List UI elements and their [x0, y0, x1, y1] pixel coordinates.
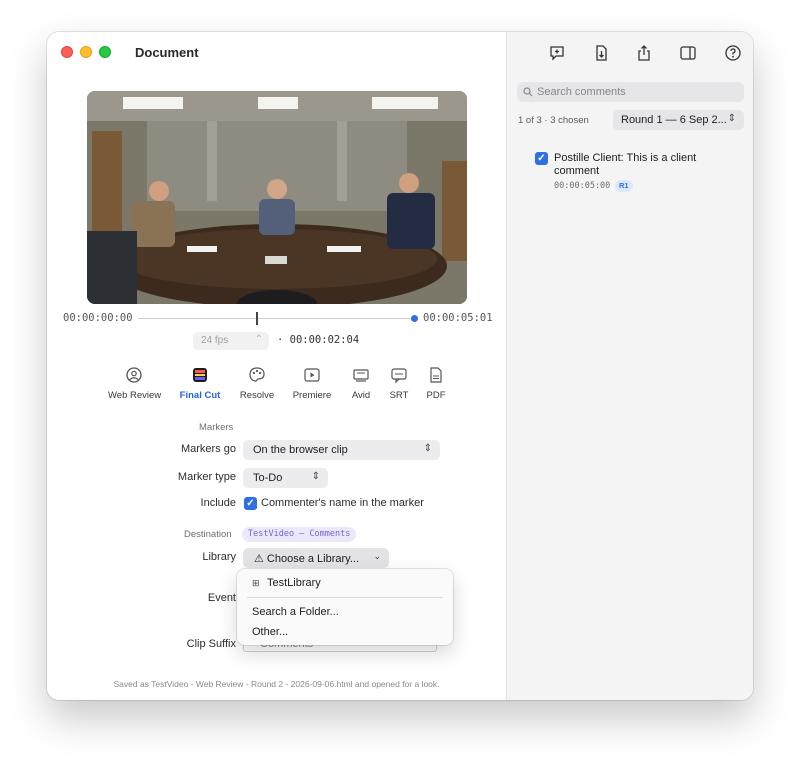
add-comment-icon: [550, 46, 564, 61]
tab-resolve[interactable]: Resolve: [236, 364, 278, 401]
comment-timecode: 00:00:05:00: [554, 181, 611, 191]
tab-label: Final Cut: [179, 390, 221, 401]
tab-avid[interactable]: Avid: [348, 364, 374, 401]
library-menu: ⊞ TestLibrary Search a Folder... Other...: [237, 569, 453, 645]
chevron-updown-icon: ⌃: [254, 334, 263, 345]
close-window-button[interactable]: [61, 46, 73, 58]
tab-label: Resolve: [239, 390, 275, 401]
share-button[interactable]: [629, 39, 659, 67]
search-icon: [523, 87, 533, 97]
fps-select[interactable]: 24 fps ⌃: [193, 332, 269, 350]
share-icon: [638, 45, 650, 61]
timeline-track[interactable]: [138, 318, 414, 319]
library-value: ⚠ Choose a Library...: [254, 553, 360, 565]
chevron-updown-icon: ⇕: [727, 113, 736, 124]
tab-label: Premiere: [292, 390, 332, 401]
comment-text[interactable]: Postille Client: This is a client commen…: [554, 152, 704, 178]
help-button[interactable]: [718, 39, 748, 67]
status-footer: Saved as TestVideo - Web Review - Round …: [113, 679, 440, 689]
tab-label: SRT: [389, 390, 409, 401]
help-icon: [725, 45, 741, 61]
search-placeholder: Search comments: [537, 86, 626, 98]
window-title: Document: [135, 45, 199, 60]
download-button[interactable]: [586, 39, 616, 67]
library-grid-icon: ⊞: [252, 578, 260, 588]
start-timecode: 00:00:00:00: [63, 312, 133, 324]
tab-label: Web Review: [108, 390, 162, 401]
tab-srt[interactable]: SRT: [387, 364, 411, 401]
tab-web-review[interactable]: Web Review: [108, 364, 162, 401]
chevron-updown-icon: ⇕: [423, 443, 432, 454]
video-preview[interactable]: [87, 91, 467, 304]
markers-go-popup[interactable]: On the browser clip ⇕: [243, 440, 440, 460]
menu-item-search-folder[interactable]: Search a Folder...: [252, 606, 339, 618]
chosen-count: 1 of 3 · 3 chosen: [518, 115, 589, 126]
library-label: Library: [202, 551, 236, 563]
sidebar-toggle-button[interactable]: [673, 39, 703, 67]
premiere-icon: [290, 364, 334, 386]
menu-item-testlibrary[interactable]: ⊞ TestLibrary: [252, 577, 321, 589]
video-frame-image: [87, 91, 467, 304]
minimize-window-button[interactable]: [80, 46, 92, 58]
include-commenter-option: Commenter's name in the marker: [261, 497, 424, 509]
marker-type-value: To-Do: [253, 472, 283, 484]
include-label: Include: [200, 497, 236, 509]
fps-value: 24 fps: [201, 335, 229, 346]
include-commenter-checkbox[interactable]: ✓: [244, 497, 257, 510]
avid-icon: [348, 364, 374, 386]
final-cut-icon: [178, 364, 222, 386]
pdf-icon: [424, 364, 448, 386]
markers-go-value: On the browser clip: [253, 444, 348, 456]
destination-badge: TestVideo — Comments: [242, 527, 357, 542]
end-timecode: 00:00:05:01: [423, 312, 493, 324]
app-window: Document 00:00:00:00 00:00:05:01 24 fps …: [47, 32, 753, 700]
comments-sidebar: Search comments 1 of 3 · 3 chosen Round …: [506, 32, 753, 700]
clip-suffix-label: Clip Suffix: [186, 638, 236, 650]
search-comments-input[interactable]: Search comments: [517, 82, 744, 102]
destination-section-label: Destination: [184, 529, 232, 540]
comment-checkbox[interactable]: ✓: [535, 152, 548, 165]
chevron-updown-icon: ⇕: [311, 471, 320, 482]
menu-item-label: TestLibrary: [267, 577, 321, 589]
event-label: Event: [207, 592, 236, 604]
timeline-end-marker[interactable]: [411, 315, 418, 322]
zoom-window-button[interactable]: [99, 46, 111, 58]
web-review-icon: [108, 364, 160, 386]
download-icon: [596, 45, 607, 61]
library-popup[interactable]: ⚠ Choose a Library... ⌄: [243, 548, 389, 568]
round-badge: R1: [615, 180, 633, 192]
tab-label: Avid: [351, 390, 371, 401]
playhead[interactable]: [256, 312, 258, 325]
tab-label: PDF: [426, 390, 446, 401]
current-timecode: · 00:00:02:04: [277, 334, 360, 346]
sidebar-toggle-icon: [680, 46, 696, 60]
tab-pdf[interactable]: PDF: [424, 364, 448, 401]
marker-type-label: Marker type: [177, 471, 236, 483]
markers-go-label: Markers go: [180, 443, 236, 455]
menu-item-other[interactable]: Other...: [252, 626, 288, 638]
marker-type-popup[interactable]: To-Do ⇕: [243, 468, 328, 488]
tab-final-cut[interactable]: Final Cut: [178, 364, 222, 401]
tab-premiere[interactable]: Premiere: [290, 364, 334, 401]
round-value: Round 1 — 6 Sep 2...: [621, 114, 727, 126]
add-comment-button[interactable]: [542, 39, 572, 67]
markers-section-label: Markers: [199, 422, 234, 433]
menu-separator: [247, 597, 443, 598]
round-popup[interactable]: Round 1 — 6 Sep 2... ⇕: [613, 110, 744, 130]
resolve-icon: [236, 364, 278, 386]
chevron-down-icon: ⌄: [373, 551, 381, 561]
srt-icon: [387, 364, 411, 386]
